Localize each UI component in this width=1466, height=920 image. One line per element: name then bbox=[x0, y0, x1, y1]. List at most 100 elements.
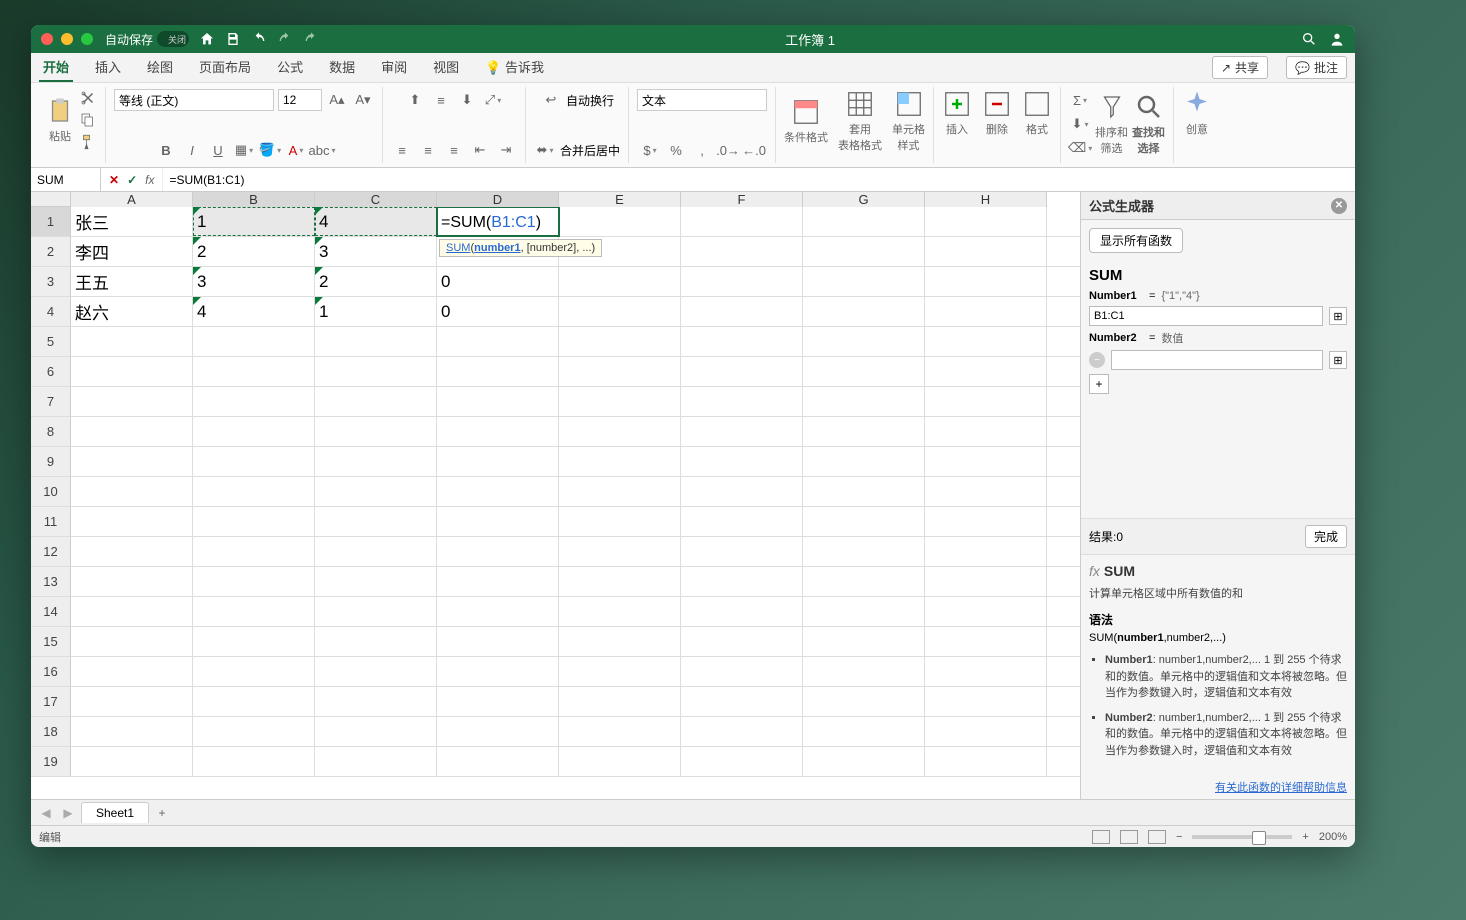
window-minimize[interactable] bbox=[61, 33, 73, 45]
cell[interactable] bbox=[803, 567, 925, 596]
cell[interactable] bbox=[559, 417, 681, 446]
cell[interactable] bbox=[803, 657, 925, 686]
cell[interactable] bbox=[803, 327, 925, 356]
cell[interactable] bbox=[71, 687, 193, 716]
arg1-input[interactable] bbox=[1089, 306, 1323, 326]
cell[interactable] bbox=[315, 747, 437, 776]
cell[interactable] bbox=[559, 717, 681, 746]
redo2-icon[interactable] bbox=[303, 31, 319, 47]
cell[interactable] bbox=[681, 627, 803, 656]
cell[interactable] bbox=[803, 717, 925, 746]
tab-insert[interactable]: 插入 bbox=[91, 53, 125, 82]
cell[interactable] bbox=[803, 297, 925, 326]
cell[interactable]: 3 bbox=[315, 237, 437, 266]
autosave-toggle[interactable]: 自动保存 关闭 bbox=[105, 31, 189, 48]
sort-filter-icon[interactable] bbox=[1097, 92, 1127, 122]
cell[interactable] bbox=[681, 657, 803, 686]
cell[interactable] bbox=[71, 387, 193, 416]
cell[interactable] bbox=[437, 447, 559, 476]
row-header[interactable]: 9 bbox=[31, 447, 71, 476]
undo-icon[interactable] bbox=[251, 31, 267, 47]
cell[interactable] bbox=[315, 327, 437, 356]
done-button[interactable]: 完成 bbox=[1305, 525, 1347, 548]
cond-format-icon[interactable] bbox=[791, 97, 821, 127]
cell[interactable]: 0 bbox=[437, 297, 559, 326]
sheet-nav-prev-icon[interactable]: ◀ bbox=[37, 804, 55, 822]
decrease-decimal-icon[interactable]: ←.0 bbox=[743, 139, 765, 161]
comments-button[interactable]: 💬 批注 bbox=[1286, 56, 1347, 79]
fill-icon[interactable]: ⬇ bbox=[1069, 113, 1091, 135]
show-all-functions-button[interactable]: 显示所有函数 bbox=[1089, 228, 1183, 253]
cell[interactable] bbox=[559, 357, 681, 386]
cell[interactable] bbox=[71, 597, 193, 626]
arg2-input[interactable] bbox=[1111, 350, 1323, 370]
decrease-font-icon[interactable]: A▾ bbox=[352, 89, 374, 111]
row-header[interactable]: 1 bbox=[31, 207, 71, 236]
cell[interactable] bbox=[803, 627, 925, 656]
cell[interactable] bbox=[681, 297, 803, 326]
cell[interactable] bbox=[925, 537, 1047, 566]
cell[interactable] bbox=[803, 267, 925, 296]
cell[interactable] bbox=[71, 447, 193, 476]
align-middle-icon[interactable]: ≡ bbox=[430, 89, 452, 111]
wrap-text-button[interactable]: ↩ bbox=[540, 89, 562, 111]
border-button[interactable]: ▦ bbox=[233, 139, 255, 161]
cell[interactable] bbox=[315, 627, 437, 656]
cell[interactable] bbox=[559, 687, 681, 716]
cell[interactable]: 1 bbox=[193, 207, 315, 236]
cell[interactable] bbox=[71, 657, 193, 686]
cell[interactable] bbox=[559, 207, 681, 236]
cell[interactable] bbox=[315, 417, 437, 446]
cell[interactable] bbox=[803, 747, 925, 776]
align-right-icon[interactable]: ≡ bbox=[443, 139, 465, 161]
cell[interactable] bbox=[559, 447, 681, 476]
row-header[interactable]: 6 bbox=[31, 357, 71, 386]
find-select-icon[interactable] bbox=[1134, 92, 1164, 122]
cell[interactable] bbox=[315, 717, 437, 746]
cell[interactable] bbox=[71, 717, 193, 746]
cell[interactable] bbox=[925, 327, 1047, 356]
paste-icon[interactable] bbox=[45, 96, 75, 126]
cell[interactable] bbox=[71, 477, 193, 506]
cell[interactable] bbox=[193, 747, 315, 776]
cell[interactable] bbox=[315, 387, 437, 416]
cell[interactable] bbox=[803, 357, 925, 386]
tab-review[interactable]: 审阅 bbox=[377, 53, 411, 82]
cell[interactable] bbox=[193, 417, 315, 446]
cell[interactable] bbox=[681, 417, 803, 446]
cell[interactable] bbox=[559, 627, 681, 656]
cell[interactable] bbox=[71, 507, 193, 536]
cell[interactable] bbox=[925, 627, 1047, 656]
cell[interactable] bbox=[193, 357, 315, 386]
align-top-icon[interactable]: ⬆ bbox=[404, 89, 426, 111]
view-page-layout-icon[interactable] bbox=[1120, 830, 1138, 844]
cell[interactable] bbox=[681, 447, 803, 476]
row-header[interactable]: 15 bbox=[31, 627, 71, 656]
cell[interactable] bbox=[681, 237, 803, 266]
tab-formulas[interactable]: 公式 bbox=[273, 53, 307, 82]
cell[interactable] bbox=[193, 387, 315, 416]
cell[interactable] bbox=[437, 627, 559, 656]
font-size-select[interactable] bbox=[278, 89, 322, 111]
row-header[interactable]: 12 bbox=[31, 537, 71, 566]
row-header[interactable]: 5 bbox=[31, 327, 71, 356]
cell[interactable] bbox=[803, 687, 925, 716]
cell[interactable] bbox=[437, 747, 559, 776]
cell[interactable] bbox=[193, 597, 315, 626]
cell[interactable]: 李四 bbox=[71, 237, 193, 266]
tab-home[interactable]: 开始 bbox=[39, 53, 73, 82]
copy-icon[interactable] bbox=[79, 111, 97, 129]
formula-confirm-icon[interactable]: ✓ bbox=[127, 173, 137, 187]
cell[interactable] bbox=[437, 387, 559, 416]
cell[interactable] bbox=[315, 567, 437, 596]
cell[interactable] bbox=[193, 477, 315, 506]
cell[interactable]: 2 bbox=[193, 237, 315, 266]
cell[interactable] bbox=[193, 327, 315, 356]
cell[interactable] bbox=[559, 267, 681, 296]
col-header-d[interactable]: D bbox=[437, 192, 559, 207]
cut-icon[interactable] bbox=[79, 89, 97, 107]
cell[interactable] bbox=[681, 747, 803, 776]
cell[interactable] bbox=[315, 597, 437, 626]
cell[interactable] bbox=[803, 597, 925, 626]
cell[interactable] bbox=[803, 507, 925, 536]
